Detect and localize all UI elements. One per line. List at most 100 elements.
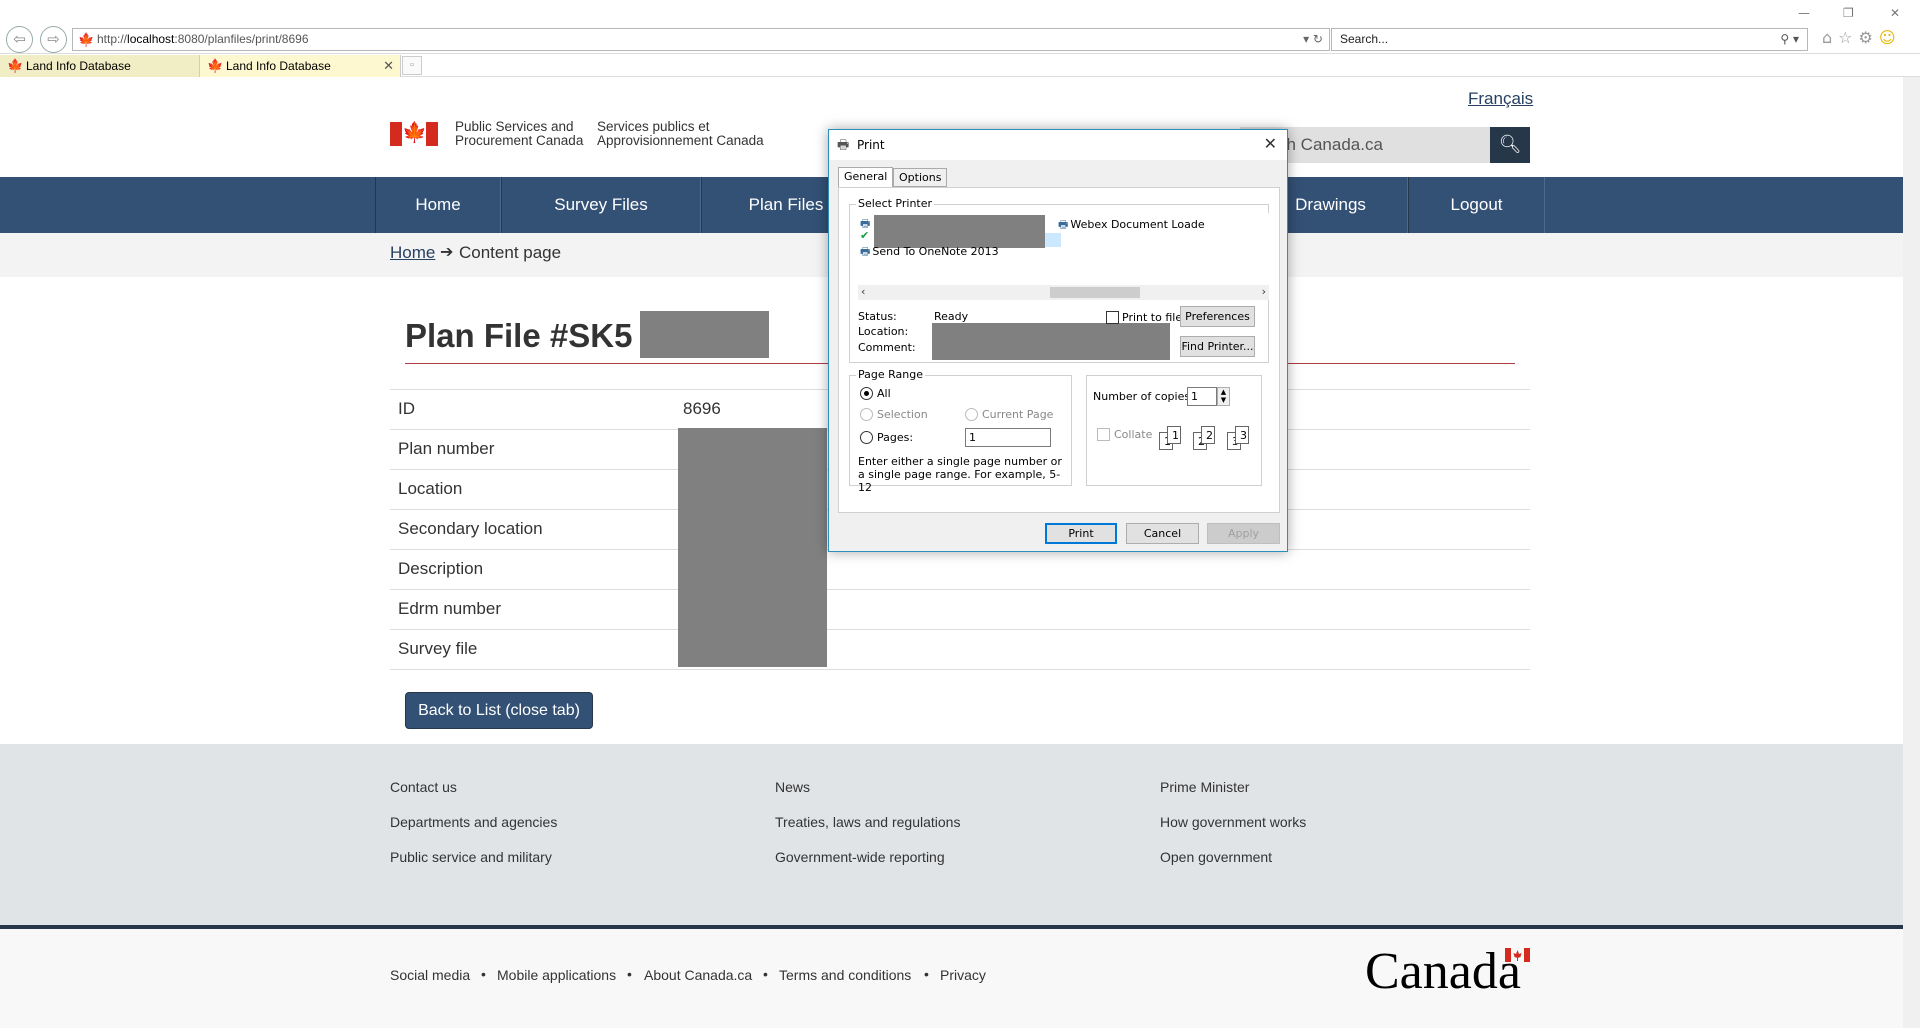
maple-leaf-icon: 🍁 (207, 58, 224, 73)
new-tab-icon[interactable]: ▫ (402, 56, 422, 75)
footer-bottom-link[interactable]: Privacy (940, 967, 986, 983)
pages-input[interactable]: 1 (965, 428, 1051, 447)
printer-icon: 🖶 (837, 138, 850, 153)
wordmark-flag-icon (1505, 948, 1530, 962)
status-value: Ready (934, 310, 969, 323)
printer-list-scrollbar[interactable]: ‹ › (858, 285, 1269, 300)
canada-wordmark: Canada (1365, 943, 1521, 1000)
tab-general[interactable]: General (838, 167, 894, 188)
footer-link[interactable]: Departments and agencies (390, 814, 557, 830)
table-row: Edrm number (390, 590, 1530, 630)
footer-link[interactable]: Government-wide reporting (775, 849, 945, 865)
restore-icon[interactable]: ❐ (1843, 6, 1854, 20)
back-to-list-button[interactable]: Back to List (close tab) (405, 692, 593, 729)
chevron-right-icon[interactable]: › (1262, 285, 1266, 298)
printer-icon: 🖶 (1058, 218, 1069, 231)
address-bar[interactable]: 🍁 http://localhost:8080/planfiles/print/… (72, 28, 1330, 51)
tab-options[interactable]: Options (893, 168, 948, 187)
printer-item-onenote[interactable]: 🖶 Send To OneNote 2013 (860, 243, 999, 262)
footer-link[interactable]: Open government (1160, 849, 1272, 865)
copies-input[interactable]: 1 (1187, 387, 1217, 406)
cancel-button[interactable]: Cancel (1126, 523, 1199, 544)
breadcrumb-current: Content page (459, 243, 562, 262)
minimize-icon[interactable]: — (1798, 6, 1810, 20)
default-printer-check-icon: ✔ (860, 229, 870, 242)
close-icon[interactable]: ✕ (1264, 134, 1277, 153)
signature-french[interactable]: Services publics et Approvisionnement Ca… (597, 120, 764, 148)
footer-bottom-link[interactable]: Terms and conditions (779, 967, 911, 983)
footer-link[interactable]: How government works (1160, 814, 1306, 830)
language-toggle-link[interactable]: Français (1468, 89, 1533, 109)
footer-link[interactable]: Treaties, laws and regulations (775, 814, 960, 830)
footer-link[interactable]: Prime Minister (1160, 779, 1249, 795)
range-current-page-radio[interactable] (965, 408, 978, 421)
browser-tab-2[interactable]: 🍁 Land Info Database ✕ (200, 55, 401, 77)
close-tab-icon[interactable]: ✕ (383, 55, 394, 77)
home-icon[interactable]: ⌂ (1822, 28, 1838, 47)
smiley-feedback-icon[interactable]: ☺ (1879, 28, 1902, 47)
print-to-file-checkbox[interactable] (1106, 311, 1119, 324)
find-printer-button[interactable]: Find Printer... (1180, 336, 1255, 357)
footer-bottom-link[interactable]: Mobile applications (497, 967, 616, 983)
footer-bottom-link[interactable]: Social media (390, 967, 470, 983)
refresh-icon[interactable]: ▾ ↻ (1303, 29, 1323, 50)
range-selection-radio[interactable] (860, 408, 873, 421)
separator-dot: • (481, 966, 486, 982)
separator-dot: • (924, 966, 929, 982)
gear-icon[interactable]: ⚙ (1859, 28, 1879, 47)
nav-item-logout[interactable]: Logout (1408, 177, 1545, 233)
print-button[interactable]: Print (1045, 523, 1117, 544)
redacted-printer-details (932, 323, 1170, 360)
footer-link[interactable]: News (775, 779, 810, 795)
page-title: Plan File #SK5 (405, 317, 633, 354)
separator-dot: • (763, 966, 768, 982)
page-range-group: Page Range All Selection Current Page Pa… (849, 368, 1072, 494)
maple-leaf-icon: 🍁 (7, 58, 24, 73)
tab-bar: 🍁 Land Info Database 🍁 Land Info Databas… (0, 54, 1920, 77)
search-icon: 🔍︎ (1498, 134, 1522, 155)
table-row: Description (390, 550, 1530, 590)
printer-list[interactable]: 🖶 ✔ 🖶 Webex Document Loade 🖶 Send To OneNo… (858, 213, 1269, 285)
canada-flag-icon: 🍁 (390, 122, 438, 146)
maple-leaf-icon: 🍁 (78, 32, 95, 47)
preferences-button[interactable]: Preferences (1180, 306, 1255, 327)
favorites-star-icon[interactable]: ☆ (1838, 28, 1858, 47)
forward-icon[interactable]: ⇨ (40, 26, 67, 53)
footer-link[interactable]: Contact us (390, 779, 457, 795)
printer-item-webex[interactable]: 🖶 Webex Document Loade (1058, 216, 1205, 235)
close-window-icon[interactable]: ✕ (1890, 6, 1900, 20)
printer-icon: 🖶 (860, 245, 871, 258)
browser-tab-1[interactable]: 🍁 Land Info Database (0, 55, 200, 77)
browser-toolbar: ⇦ ⇨ 🍁 http://localhost:8080/planfiles/pr… (0, 0, 1920, 54)
dialog-titlebar[interactable]: 🖶 Print ✕ (829, 130, 1287, 160)
nav-item-survey-files[interactable]: Survey Files (501, 177, 701, 233)
collate-checkbox[interactable] (1097, 428, 1110, 441)
chevron-left-icon[interactable]: ‹ (861, 285, 865, 298)
page-scrollbar[interactable] (1903, 77, 1920, 1028)
browser-search-input[interactable]: Search... ⚲ ▾ (1331, 28, 1808, 51)
range-all-radio[interactable] (860, 387, 873, 400)
copies-spinner[interactable]: ▲ ▼ (1217, 387, 1230, 406)
breadcrumb-home-link[interactable]: Home (390, 243, 435, 263)
redacted-values-block (678, 428, 827, 667)
select-printer-group: Select Printer 🖶 ✔ 🖶 Webex Document Loade… (849, 197, 1269, 363)
copies-group: Number of copies: 1 ▲▼ Collate 11 22 33 (1086, 375, 1262, 486)
signature-english[interactable]: Public Services and Procurement Canada (455, 120, 583, 148)
table-row: Survey file (390, 630, 1530, 670)
search-icon[interactable]: ⚲ ▾ (1780, 29, 1799, 50)
footer-link[interactable]: Public service and military (390, 849, 552, 865)
apply-button[interactable]: Apply (1207, 523, 1280, 544)
print-dialog: 🖶 Print ✕ General Options Select Printer… (828, 129, 1288, 552)
footer-bottom-link[interactable]: About Canada.ca (644, 967, 752, 983)
back-icon[interactable]: ⇦ (6, 26, 33, 53)
selection-highlight (1045, 233, 1061, 247)
nav-item-home[interactable]: Home (375, 177, 501, 233)
toolbar-icons: ⌂☆⚙☺ (1822, 28, 1902, 47)
range-pages-radio[interactable] (860, 431, 873, 444)
search-button[interactable]: 🔍︎ (1490, 127, 1530, 163)
arrow-right-icon: ➔ (440, 242, 454, 261)
redacted-title-block (640, 311, 769, 358)
footer-links-area (0, 744, 1903, 925)
scrollbar-thumb[interactable] (1050, 287, 1140, 298)
general-tab-panel: Select Printer 🖶 ✔ 🖶 Webex Document Loade… (838, 187, 1280, 513)
